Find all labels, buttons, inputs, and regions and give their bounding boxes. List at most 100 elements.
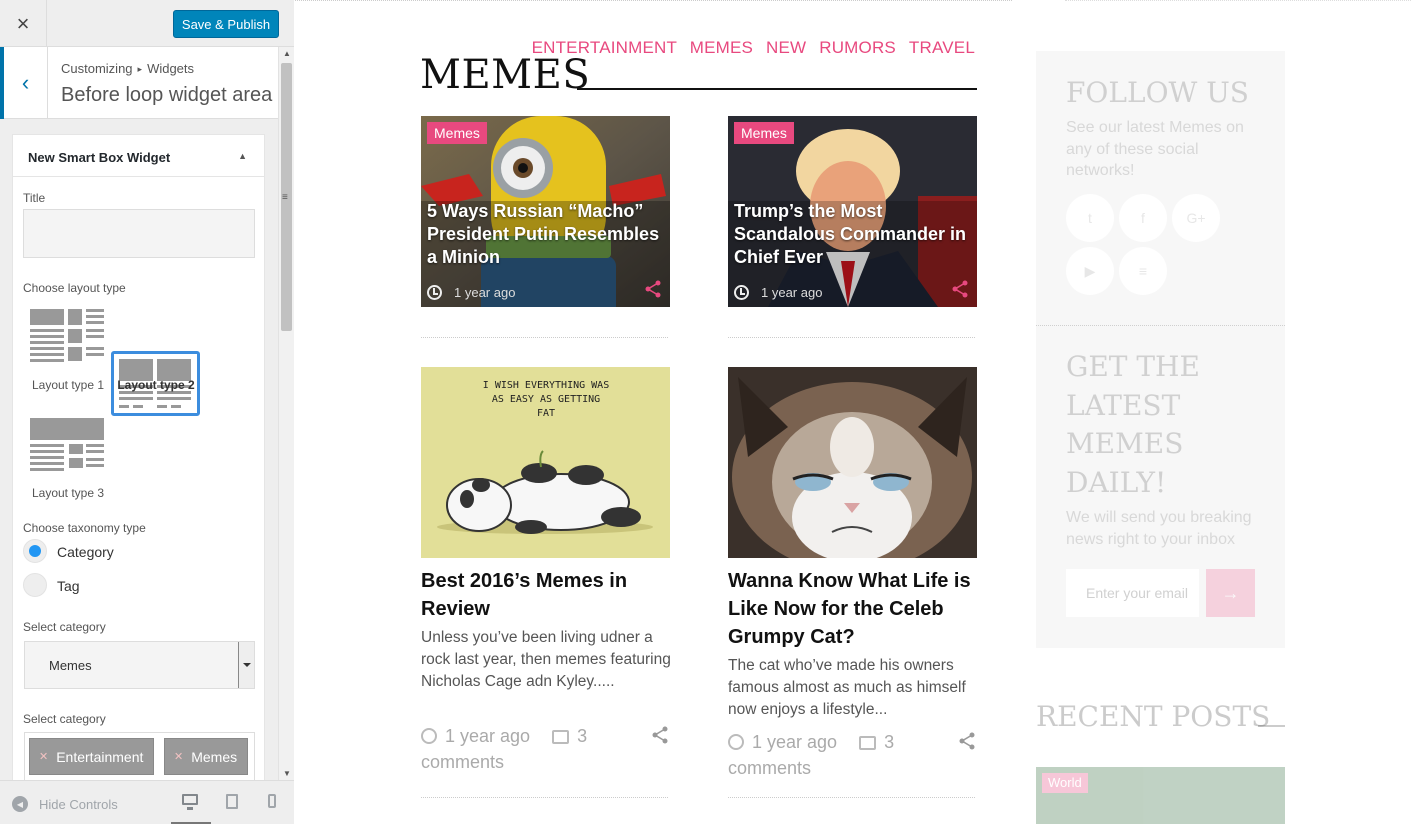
- row-divider: [421, 797, 668, 798]
- category-badge[interactable]: Memes: [734, 122, 794, 144]
- category-select[interactable]: Memes: [24, 641, 255, 689]
- post-2-title[interactable]: Wanna Know What Life is Like Now for the…: [728, 567, 980, 651]
- recent-posts-rule: [1258, 725, 1285, 727]
- scroll-up-icon[interactable]: ▲: [283, 49, 291, 58]
- breadcrumb-widgets: Widgets: [147, 61, 195, 76]
- email-input[interactable]: Enter your email: [1066, 569, 1199, 617]
- recent-post-image[interactable]: World: [1036, 767, 1285, 824]
- panda-caption: I WISH EVERYTHING WAS AS EASY AS GETTING…: [482, 380, 610, 419]
- collapse-arrow-icon: ◀: [12, 796, 28, 812]
- top-divider-right: [1065, 0, 1411, 1]
- newsletter-text: We will send you breaking news right to …: [1066, 509, 1252, 548]
- dropdown-arrow-icon[interactable]: [238, 642, 254, 688]
- post-2-comment-count[interactable]: 3: [884, 732, 894, 752]
- clock-icon: [728, 734, 744, 750]
- taxonomy-type-label: Choose taxonomy type: [23, 521, 146, 535]
- clock-icon: [427, 285, 442, 300]
- close-icon[interactable]: ×: [0, 0, 47, 47]
- layout-type-3-label: Layout type 3: [31, 486, 105, 500]
- save-publish-button[interactable]: Save & Publish: [173, 10, 279, 38]
- post-2-time: 1 year ago: [752, 732, 838, 752]
- chip-entertainment[interactable]: ✕ Entertainment: [29, 738, 154, 775]
- nav-travel[interactable]: TRAVEL: [909, 38, 975, 57]
- title-input[interactable]: [23, 209, 255, 258]
- featured-post-2[interactable]: Memes Trump’s the Most Scandalous Comman…: [728, 116, 977, 307]
- layout-type-label: Choose layout type: [23, 281, 126, 295]
- twitter-icon[interactable]: t: [1066, 194, 1114, 242]
- clock-icon: [421, 728, 437, 744]
- post-1-image[interactable]: I WISH EVERYTHING WAS AS EASY AS GETTING…: [421, 367, 670, 558]
- section-title: Before loop widget area: [61, 84, 273, 106]
- share-icon[interactable]: [958, 732, 976, 750]
- featured-post-1-time: 1 year ago: [454, 285, 516, 300]
- facebook-icon[interactable]: f: [1119, 194, 1167, 242]
- post-2-image[interactable]: [728, 367, 977, 558]
- tablet-icon[interactable]: [226, 794, 238, 809]
- radio-tag-label: Tag: [57, 578, 80, 594]
- comment-icon: [859, 736, 877, 750]
- chip-memes-label: Memes: [191, 748, 238, 765]
- layout-type-3-option[interactable]: [29, 418, 105, 474]
- desktop-icon[interactable]: [182, 794, 198, 810]
- select-category-label: Select category: [23, 620, 106, 634]
- smart-box-widget: New Smart Box Widget ▲ Title Choose layo…: [12, 134, 265, 780]
- share-icon[interactable]: [951, 280, 969, 298]
- featured-post-1[interactable]: Memes 5 Ways Russian “Macho” President P…: [421, 116, 670, 307]
- post-2-comments-word[interactable]: comments: [728, 758, 811, 778]
- follow-us-title: FOLLOW US: [1066, 76, 1249, 109]
- category-badge[interactable]: Memes: [427, 122, 487, 144]
- post-1-title[interactable]: Best 2016’s Memes in Review: [421, 567, 671, 623]
- featured-post-1-meta: 1 year ago: [427, 285, 515, 300]
- post-1-comments-word[interactable]: comments: [421, 752, 504, 772]
- select-category-label-2: Select category: [23, 712, 106, 726]
- youtube-icon[interactable]: ▶: [1066, 247, 1114, 295]
- remove-chip-icon[interactable]: ✕: [39, 750, 48, 763]
- grumpy-cat-photo: [728, 367, 977, 558]
- app-root: × Save & Publish ‹ Customizing ▸ Widgets B…: [0, 0, 1411, 824]
- category-multiselect[interactable]: ✕ Entertainment ✕ Memes: [24, 732, 255, 780]
- nav-memes[interactable]: MEMES: [690, 38, 753, 57]
- post-1-meta: 1 year ago 3 comments: [421, 723, 651, 775]
- breadcrumb-customizing: Customizing: [61, 61, 133, 76]
- post-1-comment-count[interactable]: 3: [577, 726, 587, 746]
- comment-icon: [552, 730, 570, 744]
- mobile-icon[interactable]: [268, 794, 276, 808]
- category-select-value: Memes: [49, 658, 92, 673]
- category-badge[interactable]: World: [1042, 773, 1088, 793]
- post-1-time: 1 year ago: [445, 726, 531, 746]
- share-icon[interactable]: [644, 280, 662, 298]
- google-plus-icon[interactable]: G+: [1172, 194, 1220, 242]
- radio-tag[interactable]: [23, 573, 47, 597]
- nav-new[interactable]: NEW: [766, 38, 806, 57]
- scrollbar-grip-icon: ≡: [282, 192, 288, 203]
- nav-rumors[interactable]: RUMORS: [819, 38, 896, 57]
- scroll-down-icon[interactable]: ▼: [283, 769, 291, 778]
- layout-type-2-label: Layout type 2: [117, 378, 195, 392]
- share-icon[interactable]: [651, 726, 669, 744]
- customizer-header: × Save & Publish: [0, 0, 294, 47]
- remove-chip-icon[interactable]: ✕: [174, 750, 183, 763]
- section-header: ‹ Customizing ▸ Widgets Before loop widget…: [0, 47, 278, 119]
- follow-us-widget: FOLLOW US See our latest Memes on any of…: [1036, 51, 1285, 325]
- layout-type-1-option[interactable]: [29, 307, 105, 363]
- widget-title: New Smart Box Widget: [28, 150, 171, 165]
- breadcrumb-separator-icon: ▸: [137, 64, 143, 74]
- hide-controls-label: Hide Controls: [39, 796, 118, 812]
- section-heading: MEMES: [420, 52, 591, 98]
- subscribe-arrow-icon[interactable]: →: [1206, 569, 1255, 617]
- widget-title-bar[interactable]: New Smart Box Widget ▲: [13, 135, 264, 177]
- featured-post-2-meta: 1 year ago: [734, 285, 822, 300]
- recent-posts-title: RECENT POSTS: [1036, 700, 1271, 733]
- hide-controls-button[interactable]: ◀ Hide Controls: [12, 796, 118, 812]
- radio-category[interactable]: [23, 539, 47, 563]
- collapse-caret-icon[interactable]: ▲: [238, 151, 247, 161]
- layout-type-3-thumbnail: [29, 418, 105, 474]
- post-2-excerpt: The cat who’ve made his owners famous al…: [728, 657, 966, 718]
- customizer-scrollbar[interactable]: ▲ ≡ ▼: [278, 47, 294, 780]
- back-chevron-icon[interactable]: ‹: [0, 47, 48, 119]
- rss-icon[interactable]: ≡: [1119, 247, 1167, 295]
- featured-post-2-title[interactable]: Trump’s the Most Scandalous Commander in…: [734, 200, 973, 269]
- chip-memes[interactable]: ✕ Memes: [164, 738, 248, 775]
- layout-type-1-thumbnail: [29, 307, 105, 363]
- featured-post-1-title[interactable]: 5 Ways Russian “Macho” President Putin R…: [427, 200, 666, 269]
